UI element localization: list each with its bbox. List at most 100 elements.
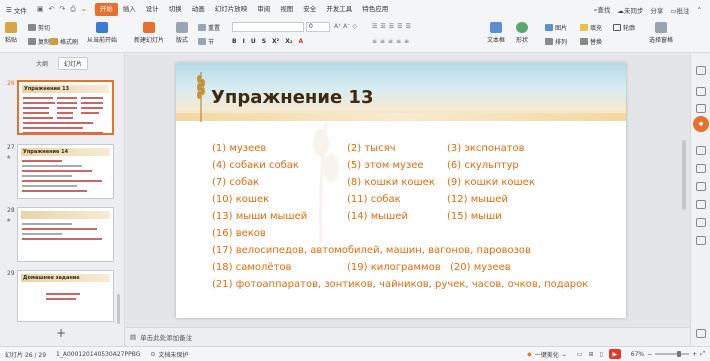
font-size-select[interactable]: 0 <box>306 22 330 32</box>
slide-thumbnail[interactable] <box>17 207 114 262</box>
tab-design[interactable]: 设计 <box>141 3 164 16</box>
zoom-control[interactable]: 67% − + ⤢ <box>626 350 710 358</box>
animation-pane-icon[interactable] <box>696 104 706 113</box>
slide-title[interactable]: Упражнение 13 <box>211 87 373 108</box>
print-icon[interactable]: ⎙ <box>70 5 76 14</box>
tab-outline[interactable]: 大纲 <box>36 59 48 68</box>
menu-bar: ☰ 文件 ▣ ↶ ↷ ⎙ ⌄ 开始 插入 设计 切换 动画 幻灯片放映 审阅 视… <box>0 0 710 19</box>
slide-thumbnail[interactable]: Упражнение 13 <box>17 80 114 135</box>
zoom-out-icon[interactable]: − <box>647 351 652 358</box>
help-icon[interactable] <box>696 218 706 227</box>
comment-button[interactable]: ▭批注 <box>670 5 689 15</box>
tab-insert[interactable]: 插入 <box>118 3 141 16</box>
tab-home[interactable]: 开始 <box>94 3 118 16</box>
ribbon-tabs: 开始 插入 设计 切换 动画 幻灯片放映 审阅 视图 安全 开发工具 特色应用 <box>94 3 394 16</box>
slide-canvas: Упражнение 13 (1) музеев (2) тысяч (3) э… <box>126 54 690 327</box>
assistant-badge-icon[interactable]: ● <box>693 116 709 132</box>
format-painter-button[interactable]: 格式刷 <box>50 37 78 46</box>
reset-button[interactable]: 重置 <box>198 23 220 32</box>
redo-icon[interactable]: ↷ <box>59 5 65 14</box>
picture-button[interactable]: 图片 <box>545 23 567 32</box>
arrange-button[interactable]: 排列 <box>545 37 567 46</box>
replace-button[interactable]: 替换 <box>580 37 602 46</box>
transition-icon[interactable] <box>696 164 706 173</box>
strikethrough-button[interactable]: S <box>262 38 266 45</box>
scrollbar-thumb[interactable] <box>682 140 686 210</box>
save-icon[interactable]: ▣ <box>37 5 44 14</box>
answer-item: (6) скульптур <box>447 160 519 171</box>
slide-thumbnail[interactable]: Упражнение 14 <box>17 144 114 199</box>
new-slide-button[interactable]: 新建幻灯片 <box>134 22 164 44</box>
fill-button[interactable]: 填充 <box>580 23 602 32</box>
search-button[interactable]: ⌕查找 <box>594 4 611 15</box>
layout-button[interactable]: 版式 <box>176 22 188 44</box>
subscript-button[interactable]: X₂ <box>285 38 292 45</box>
canvas-scrollbar[interactable] <box>681 100 687 270</box>
slide-thumbnail[interactable]: Домашнее задание <box>17 270 114 322</box>
undo-icon[interactable]: ↶ <box>48 5 54 14</box>
answer-item: (15) мыши <box>447 211 502 222</box>
notes-pane[interactable]: ▤ 单击此处添加备注 <box>126 327 690 346</box>
font-family-select[interactable] <box>232 22 304 32</box>
paragraph-buttons-row1[interactable]: ☰☰☰☰☰ <box>372 23 414 30</box>
panel-scrollbar[interactable] <box>117 294 120 324</box>
tab-view[interactable]: 视图 <box>275 3 298 16</box>
outline-button[interactable]: 轮廓 <box>613 23 635 32</box>
answer-item: (2) тысяч <box>347 143 396 154</box>
selection-pane-button[interactable]: 选择窗格 <box>649 22 673 44</box>
copy-icon <box>28 38 36 45</box>
tab-review[interactable]: 审阅 <box>252 3 275 16</box>
animation-star-icon: ★ <box>6 217 12 224</box>
current-slide[interactable]: Упражнение 13 (1) музеев (2) тысяч (3) э… <box>176 63 626 318</box>
underline-button[interactable]: U <box>251 38 256 45</box>
cut-button[interactable]: 剪切 <box>28 23 50 32</box>
play-slideshow-button[interactable]: ▶ <box>608 349 621 359</box>
fit-window-icon[interactable]: ⤢ <box>700 350 705 358</box>
select-icon[interactable] <box>696 66 706 75</box>
reading-view-icon[interactable]: ▯ <box>599 351 602 358</box>
beautify-button[interactable]: ◆ 一键美化 ⌄ <box>522 350 572 359</box>
beautify-icon: ◆ <box>527 350 532 358</box>
answer-item: (8) кошки кошек <box>347 177 435 188</box>
tab-features[interactable]: 特色应用 <box>357 3 393 16</box>
thumbnail-title: Упражнение 14 <box>21 148 110 156</box>
copy-button[interactable]: 复制 <box>28 37 50 46</box>
properties-icon[interactable] <box>696 87 706 96</box>
design-icon[interactable] <box>696 146 706 155</box>
tab-slides[interactable]: 幻灯片 <box>58 56 89 70</box>
picture-icon <box>545 24 553 31</box>
share-panel-icon[interactable] <box>696 200 706 209</box>
sorter-view-icon[interactable]: ⊞ <box>588 351 593 358</box>
collapse-panel-icon[interactable] <box>696 329 706 338</box>
share-button[interactable]: 分享 <box>650 5 663 15</box>
textbox-button[interactable]: 文本框 <box>487 22 505 44</box>
sync-status[interactable]: ☁未同步 <box>617 5 643 15</box>
slide-number: 28 <box>7 207 15 214</box>
document-protection[interactable]: ⊙ 文档未保护 <box>145 350 193 359</box>
from-current-button[interactable]: 从当前开始 <box>87 22 117 44</box>
bold-button[interactable]: B <box>232 38 237 45</box>
zoom-slider[interactable] <box>655 351 690 357</box>
paragraph-buttons-row2[interactable]: ≡≡≡≡≡ <box>372 38 412 45</box>
zoom-in-icon[interactable]: + <box>692 351 697 358</box>
shape-button[interactable]: 形状 <box>516 22 528 44</box>
font-color-button[interactable]: A <box>299 38 304 45</box>
collapse-ribbon-icon[interactable]: ⌃ <box>697 6 702 14</box>
section-button[interactable]: 节 <box>198 37 214 46</box>
superscript-button[interactable]: X² <box>272 38 279 45</box>
normal-view-icon[interactable]: ▭ <box>577 351 583 358</box>
settings-icon[interactable] <box>696 236 706 245</box>
font-grow-shrink[interactable]: A⁺ A⁻ ◇ <box>334 23 357 30</box>
paste-button[interactable]: 粘贴 <box>5 22 17 44</box>
backup-icon[interactable] <box>696 182 706 191</box>
file-menu[interactable]: ☰ 文件 <box>0 5 33 15</box>
tab-transitions[interactable]: 切换 <box>164 3 187 16</box>
italic-button[interactable]: I <box>243 38 245 45</box>
tab-slideshow[interactable]: 幻灯片放映 <box>210 3 253 16</box>
tab-developer[interactable]: 开发工具 <box>321 3 357 16</box>
more-icon[interactable]: ⌄ <box>81 5 87 14</box>
add-slide-button[interactable]: + <box>56 326 66 340</box>
tab-animation[interactable]: 动画 <box>187 3 210 16</box>
tab-security[interactable]: 安全 <box>298 3 321 16</box>
textbox-icon <box>490 22 502 33</box>
